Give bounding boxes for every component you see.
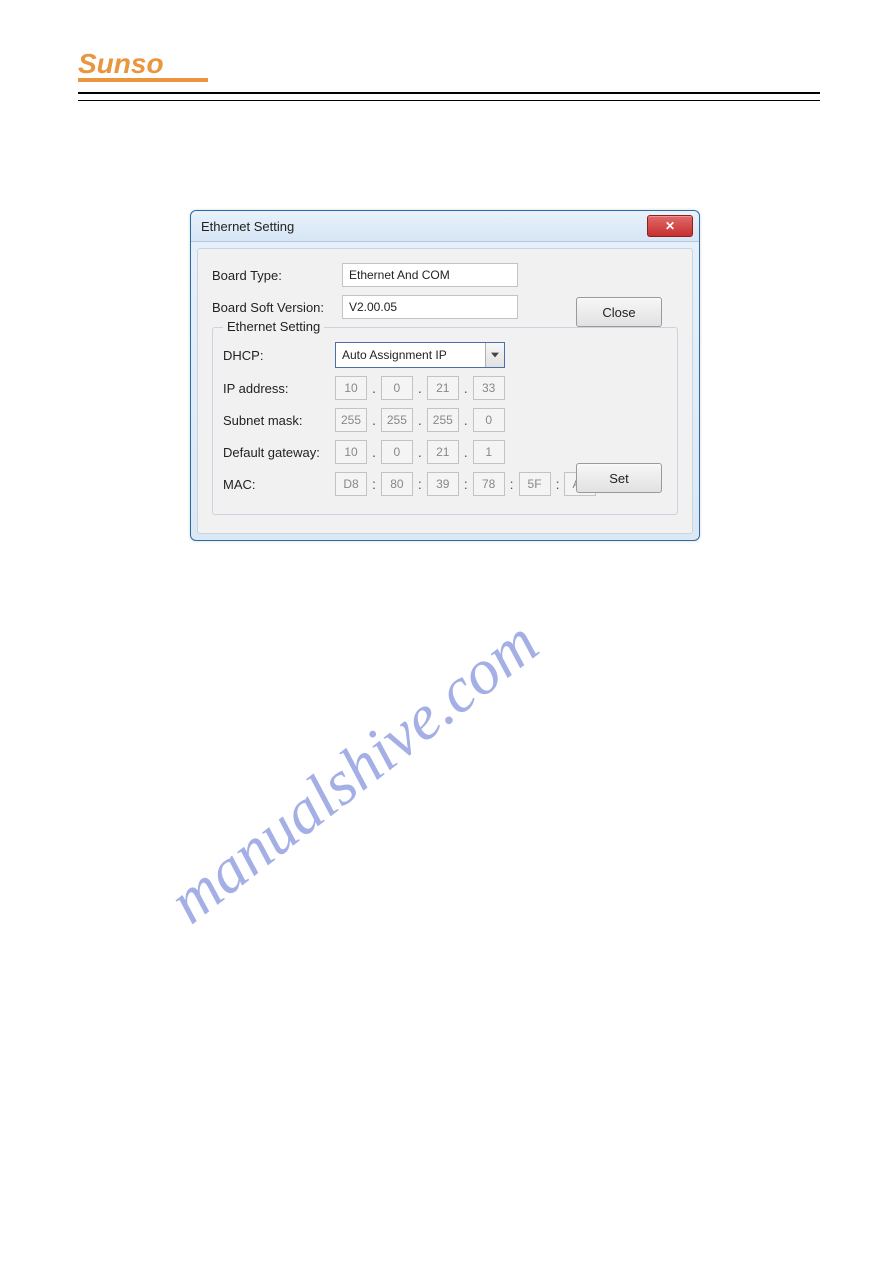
dot-sep: . [417,444,423,460]
colon-sep: : [463,476,469,492]
mac-octet-3[interactable]: 39 [427,472,459,496]
subnet-octet-3[interactable]: 255 [427,408,459,432]
mac-octet-2[interactable]: 80 [381,472,413,496]
colon-sep: : [555,476,561,492]
board-type-field[interactable]: Ethernet And COM [342,263,518,287]
colon-sep: : [417,476,423,492]
subnet-octet-1[interactable]: 255 [335,408,367,432]
ip-octet-1[interactable]: 10 [335,376,367,400]
dialog-titlebar: Ethernet Setting ✕ [191,211,699,242]
set-button[interactable]: Set [576,463,662,493]
dot-sep: . [463,380,469,396]
mac-octet-1[interactable]: D8 [335,472,367,496]
dot-sep: . [371,444,377,460]
dot-sep: . [371,380,377,396]
dot-sep: . [417,412,423,428]
set-button-label: Set [609,471,629,486]
ethernet-setting-dialog: Ethernet Setting ✕ Board Type: Ethernet … [190,210,700,541]
gateway-octet-3[interactable]: 21 [427,440,459,464]
ip-address-label: IP address: [223,381,335,396]
gateway-octet-2[interactable]: 0 [381,440,413,464]
subnet-octet-4[interactable]: 0 [473,408,505,432]
close-icon: ✕ [665,219,675,233]
subnet-mask-label: Subnet mask: [223,413,335,428]
dialog-title: Ethernet Setting [201,219,294,234]
close-button-label: Close [602,305,635,320]
gateway-octet-1[interactable]: 10 [335,440,367,464]
board-type-value: Ethernet And COM [349,268,450,282]
mac-label: MAC: [223,477,335,492]
board-type-label: Board Type: [212,268,342,283]
colon-sep: : [371,476,377,492]
group-title: Ethernet Setting [223,319,324,334]
dhcp-label: DHCP: [223,348,335,363]
ip-octet-3[interactable]: 21 [427,376,459,400]
dhcp-selected-value: Auto Assignment IP [336,343,486,367]
dot-sep: . [417,380,423,396]
default-gateway-label: Default gateway: [223,445,335,460]
dot-sep: . [371,412,377,428]
board-soft-version-label: Board Soft Version: [212,300,342,315]
brand-logo: Sunso [78,40,208,93]
dot-sep: . [463,412,469,428]
header-rule [78,92,820,101]
watermark-text: manualshive.com [155,605,552,938]
window-close-button[interactable]: ✕ [647,215,693,237]
dhcp-combobox[interactable]: Auto Assignment IP [335,342,505,368]
board-soft-version-value: V2.00.05 [349,300,397,314]
svg-text:Sunso: Sunso [78,48,164,79]
mac-octet-5[interactable]: 5F [519,472,551,496]
gateway-octet-4[interactable]: 1 [473,440,505,464]
mac-octet-4[interactable]: 78 [473,472,505,496]
board-soft-version-field[interactable]: V2.00.05 [342,295,518,319]
subnet-octet-2[interactable]: 255 [381,408,413,432]
ip-octet-4[interactable]: 33 [473,376,505,400]
chevron-down-icon [486,343,504,367]
dot-sep: . [463,444,469,460]
close-button[interactable]: Close [576,297,662,327]
ip-octet-2[interactable]: 0 [381,376,413,400]
colon-sep: : [509,476,515,492]
